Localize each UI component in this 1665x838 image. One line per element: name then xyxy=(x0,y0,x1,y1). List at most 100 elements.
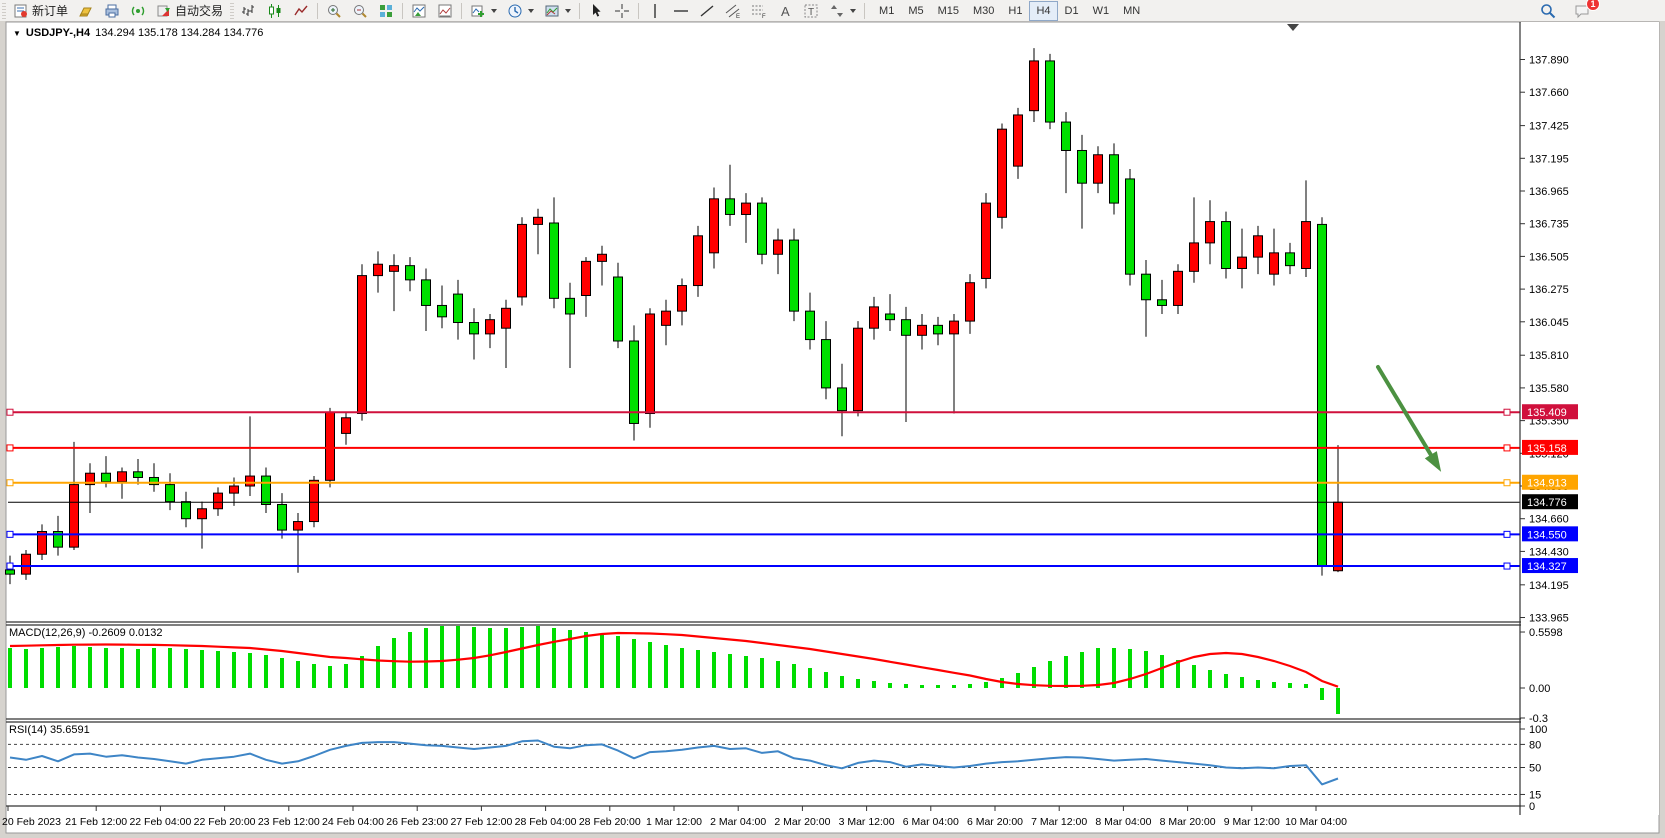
svg-text:134.913: 134.913 xyxy=(1527,478,1567,490)
macd-bar xyxy=(696,650,700,688)
time-label: 2 Mar 20:00 xyxy=(774,816,830,828)
candle xyxy=(1302,222,1311,269)
macd-bar xyxy=(536,626,540,688)
candle xyxy=(1174,271,1183,305)
macd-bar xyxy=(1128,649,1132,688)
symbol-dropdown-icon[interactable]: ▼ xyxy=(13,29,21,38)
candle xyxy=(518,224,527,297)
candle xyxy=(950,321,959,334)
svg-text:134.550: 134.550 xyxy=(1527,529,1567,541)
candle xyxy=(710,199,719,253)
candle xyxy=(966,283,975,321)
price-tick: 137.195 xyxy=(1529,153,1569,165)
svg-text:134.776: 134.776 xyxy=(1527,497,1567,509)
candle xyxy=(22,554,31,574)
candle xyxy=(358,276,367,414)
time-label: 23 Feb 12:00 xyxy=(258,816,320,828)
macd-bar xyxy=(104,648,108,688)
candle xyxy=(342,418,351,434)
candle xyxy=(838,388,847,411)
candle xyxy=(614,277,623,341)
hline-price-label: 135.409 xyxy=(1522,404,1578,419)
macd-bar xyxy=(24,649,28,688)
price-tick: 136.045 xyxy=(1529,317,1569,329)
hline-price-label: 134.327 xyxy=(1522,558,1578,573)
macd-bar xyxy=(200,650,204,688)
macd-bar xyxy=(920,685,924,688)
macd-bar xyxy=(712,652,716,688)
candle xyxy=(1062,122,1071,150)
macd-bar xyxy=(296,661,300,688)
macd-bar xyxy=(792,664,796,688)
rsi-tick: 50 xyxy=(1529,763,1541,775)
macd-bar xyxy=(520,627,524,688)
macd-bar xyxy=(120,648,124,688)
candle xyxy=(438,305,447,316)
candle xyxy=(310,480,319,521)
macd-bar xyxy=(840,676,844,688)
price-tick: 134.660 xyxy=(1529,514,1569,526)
candle xyxy=(1126,179,1135,274)
macd-bar xyxy=(1224,674,1228,688)
candle xyxy=(534,217,543,224)
macd-bar xyxy=(440,626,444,688)
macd-bar xyxy=(904,684,908,688)
candle xyxy=(198,509,207,519)
macd-bar xyxy=(680,648,684,688)
macd-bar xyxy=(968,684,972,688)
macd-bar xyxy=(248,653,252,688)
macd-bar xyxy=(648,642,652,688)
candle xyxy=(598,254,607,261)
candle xyxy=(422,280,431,306)
rsi-tick: 80 xyxy=(1529,739,1541,751)
macd-tick: 0.00 xyxy=(1529,683,1550,695)
macd-bar xyxy=(1144,651,1148,688)
candle xyxy=(1318,224,1327,565)
macd-bar xyxy=(376,646,380,688)
macd-bar xyxy=(936,685,940,688)
rsi-tick: 0 xyxy=(1529,801,1535,813)
candle xyxy=(6,570,15,574)
candle xyxy=(854,328,863,410)
macd-bar xyxy=(1064,656,1068,688)
svg-text:134.327: 134.327 xyxy=(1527,561,1567,573)
macd-bar xyxy=(600,634,604,688)
time-label: 28 Feb 04:00 xyxy=(515,816,577,828)
macd-bar xyxy=(952,685,956,688)
price-tick: 133.965 xyxy=(1529,613,1569,625)
candle xyxy=(550,223,559,298)
candle xyxy=(166,485,175,502)
time-label: 1 Mar 12:00 xyxy=(646,816,702,828)
candle xyxy=(1254,236,1263,257)
macd-bar xyxy=(584,632,588,688)
candle xyxy=(678,286,687,312)
candle xyxy=(502,308,511,328)
candle xyxy=(406,266,415,280)
price-tick: 136.965 xyxy=(1529,186,1569,198)
macd-bar xyxy=(856,679,860,688)
time-label: 8 Mar 04:00 xyxy=(1095,816,1151,828)
candle xyxy=(1078,150,1087,183)
macd-bar xyxy=(728,654,732,688)
macd-bar xyxy=(744,656,748,688)
candle xyxy=(1190,243,1199,271)
candle xyxy=(134,472,143,478)
macd-bar xyxy=(328,666,332,688)
time-label: 28 Feb 20:00 xyxy=(579,816,641,828)
candle xyxy=(822,340,831,388)
candle xyxy=(278,504,287,530)
candle xyxy=(1110,155,1119,203)
candle xyxy=(470,323,479,334)
time-label: 2 Mar 04:00 xyxy=(710,816,766,828)
candle xyxy=(214,493,223,509)
time-label: 21 Feb 12:00 xyxy=(65,816,127,828)
time-label: 22 Feb 04:00 xyxy=(129,816,191,828)
time-label: 3 Mar 12:00 xyxy=(839,816,895,828)
macd-indicator-label: MACD(12,26,9) -0.2609 0.0132 xyxy=(9,627,162,639)
macd-bar xyxy=(360,656,364,688)
candle xyxy=(758,203,767,254)
price-tick: 134.195 xyxy=(1529,580,1569,592)
macd-bar xyxy=(280,658,284,688)
candle xyxy=(326,412,335,480)
macd-bar xyxy=(344,664,348,688)
